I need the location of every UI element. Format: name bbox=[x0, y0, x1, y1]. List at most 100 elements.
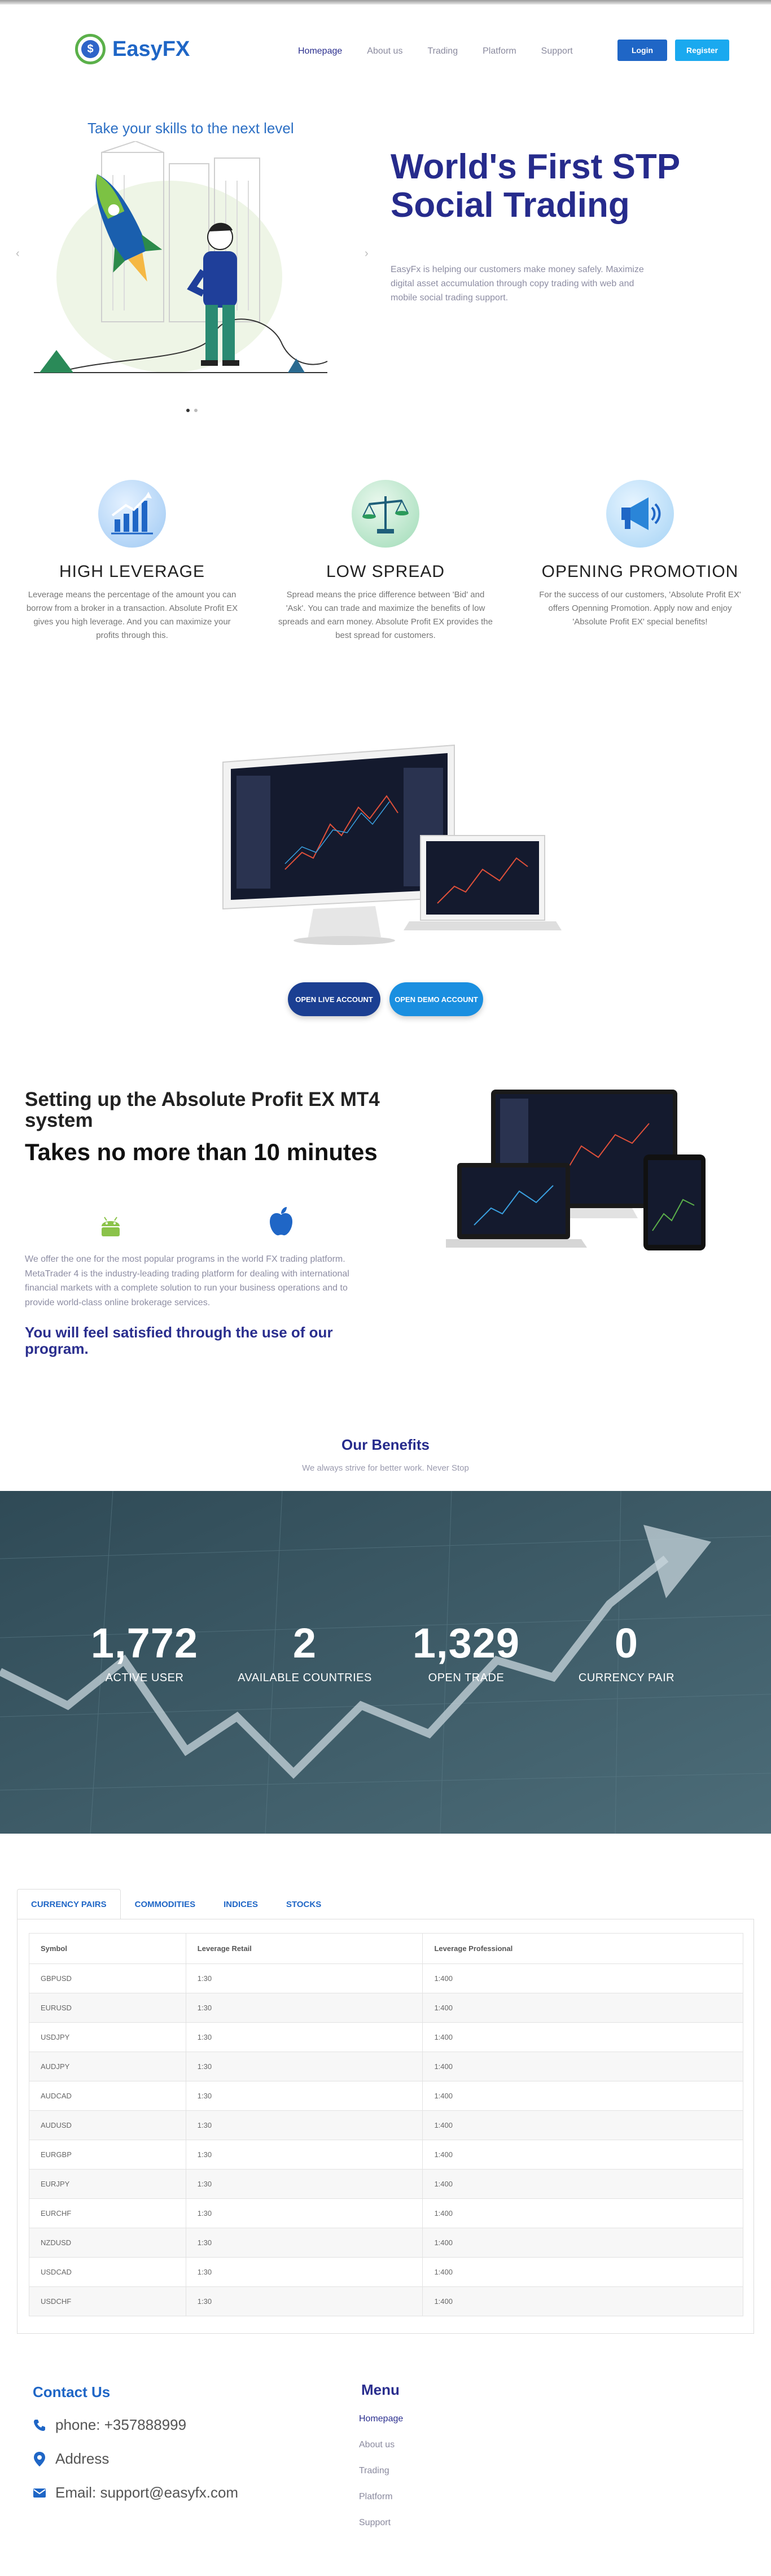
tab-indices[interactable]: INDICES bbox=[209, 1889, 272, 1919]
contact-phone[interactable]: phone: +357888999 bbox=[32, 2416, 186, 2434]
symbol-cell: EURCHF bbox=[29, 2198, 186, 2228]
phone-icon bbox=[32, 2417, 47, 2433]
leverage-professional-cell: 1:400 bbox=[422, 1963, 743, 1993]
feature-opening-promotion: OPENING PROMOTION For the success of our… bbox=[527, 480, 753, 629]
tab-commodities[interactable]: COMMODITIES bbox=[121, 1889, 210, 1919]
symbol-cell: USDJPY bbox=[29, 2022, 186, 2052]
leverage-retail-cell: 1:30 bbox=[185, 2110, 423, 2140]
hero-title: World's First STP Social Trading bbox=[391, 147, 680, 225]
table-row: AUDCAD 1:30 1:400 bbox=[29, 2081, 743, 2111]
footer-menu-platform[interactable]: Platform bbox=[359, 2492, 403, 2518]
android-icon[interactable] bbox=[95, 1209, 126, 1241]
leverage-retail-cell: 1:30 bbox=[185, 2022, 423, 2052]
symbol-cell: EURJPY bbox=[29, 2169, 186, 2199]
leverage-retail-cell: 1:30 bbox=[185, 2286, 423, 2316]
slider-next-icon[interactable]: › bbox=[365, 247, 369, 260]
stat-label: OPEN TRADE bbox=[428, 1672, 505, 1684]
column-header: Leverage Professional bbox=[422, 1933, 743, 1964]
stat-value: 1,329 bbox=[412, 1620, 520, 1667]
leverage-retail-cell: 1:30 bbox=[185, 2052, 423, 2081]
leverage-retail-cell: 1:30 bbox=[185, 2257, 423, 2287]
tab-currency-pairs[interactable]: CURRENCY PAIRS bbox=[17, 1889, 121, 1919]
contact-email[interactable]: Email: support@easyfx.com bbox=[32, 2484, 238, 2501]
stat-value: 0 bbox=[614, 1620, 639, 1667]
main-nav: Homepage About us Trading Platform Suppo… bbox=[298, 46, 598, 56]
stat-label: CURRENCY PAIR bbox=[578, 1672, 675, 1684]
logo[interactable]: $ EasyFX bbox=[75, 34, 190, 64]
trading-platform-devices bbox=[222, 744, 562, 945]
table-row: AUDUSD 1:30 1:400 bbox=[29, 2110, 743, 2140]
benefits-subtitle: We always strive for better work. Never … bbox=[302, 1463, 469, 1473]
login-button[interactable]: Login bbox=[617, 40, 667, 61]
contact-title: Contact Us bbox=[33, 2383, 111, 2400]
feature-text: Leverage means the percentage of the amo… bbox=[26, 590, 238, 640]
contact-address-text: Address bbox=[55, 2450, 109, 2467]
footer-menu: Homepage About us Trading Platform Suppo… bbox=[359, 2414, 403, 2544]
feature-title: LOW SPREAD bbox=[326, 562, 445, 581]
apple-icon[interactable] bbox=[268, 1206, 295, 1237]
megaphone-icon bbox=[606, 480, 674, 548]
table-row: NZDUSD 1:30 1:400 bbox=[29, 2228, 743, 2258]
stat-currency-pair: 0 CURRENCY PAIR bbox=[542, 1619, 711, 1685]
nav-support[interactable]: Support bbox=[541, 46, 573, 56]
table-row: USDCHF 1:30 1:400 bbox=[29, 2286, 743, 2316]
feature-high-leverage: HIGH LEVERAGE Leverage means the percent… bbox=[19, 480, 245, 642]
nav-about-us[interactable]: About us bbox=[367, 46, 402, 56]
open-live-account-button[interactable]: OPEN LIVE ACCOUNT bbox=[288, 982, 380, 1016]
slider-dots bbox=[186, 409, 198, 412]
leverage-retail-cell: 1:30 bbox=[185, 1993, 423, 2023]
footer-menu-trading[interactable]: Trading bbox=[359, 2466, 403, 2492]
envelope-icon bbox=[32, 2485, 47, 2501]
slider-prev-icon[interactable]: ‹ bbox=[16, 247, 20, 260]
open-demo-account-button[interactable]: OPEN DEMO ACCOUNT bbox=[389, 982, 483, 1016]
leverage-table: Symbol Leverage Retail Leverage Professi… bbox=[29, 1933, 743, 2316]
tab-stocks[interactable]: STOCKS bbox=[272, 1889, 335, 1919]
leverage-table-panel: Symbol Leverage Retail Leverage Professi… bbox=[17, 1919, 754, 2334]
stat-label: AVAILABLE COUNTRIES bbox=[238, 1672, 372, 1684]
scale-balance-icon bbox=[352, 480, 419, 548]
table-row: EURJPY 1:30 1:400 bbox=[29, 2169, 743, 2199]
browser-top-shadow bbox=[0, 0, 771, 5]
nav-homepage[interactable]: Homepage bbox=[298, 46, 342, 56]
leverage-retail-cell: 1:30 bbox=[185, 2081, 423, 2111]
leverage-retail-cell: 1:30 bbox=[185, 2228, 423, 2258]
mt4-devices bbox=[446, 1090, 706, 1250]
table-row: EURGBP 1:30 1:400 bbox=[29, 2140, 743, 2170]
stat-value: 2 bbox=[292, 1620, 317, 1667]
leverage-professional-cell: 1:400 bbox=[422, 2140, 743, 2170]
footer-menu-homepage[interactable]: Homepage bbox=[359, 2414, 403, 2440]
slider-dot[interactable] bbox=[186, 409, 190, 412]
stat-label: ACTIVE USER bbox=[105, 1672, 184, 1684]
leverage-retail-cell: 1:30 bbox=[185, 2198, 423, 2228]
nav-platform[interactable]: Platform bbox=[483, 46, 516, 56]
nav-trading[interactable]: Trading bbox=[427, 46, 458, 56]
contact-email-text: Email: support@easyfx.com bbox=[55, 2484, 239, 2501]
mt4-title: Setting up the Absolute Profit EX MT4 sy… bbox=[25, 1088, 380, 1131]
easyfx-logo-icon: $ bbox=[75, 34, 106, 64]
leverage-professional-cell: 1:400 bbox=[422, 2169, 743, 2199]
leverage-professional-cell: 1:400 bbox=[422, 2286, 743, 2316]
symbol-cell: NZDUSD bbox=[29, 2228, 186, 2258]
leverage-professional-cell: 1:400 bbox=[422, 2198, 743, 2228]
register-button[interactable]: Register bbox=[675, 40, 729, 61]
column-header: Symbol bbox=[29, 1933, 186, 1964]
footer-menu-about-us[interactable]: About us bbox=[359, 2440, 403, 2466]
stat-value: 1,772 bbox=[90, 1620, 199, 1667]
symbol-cell: USDCHF bbox=[29, 2286, 186, 2316]
symbol-cell: AUDJPY bbox=[29, 2052, 186, 2081]
leverage-retail-cell: 1:30 bbox=[185, 1963, 423, 1993]
symbol-cell: EURGBP bbox=[29, 2140, 186, 2170]
footer-menu-support[interactable]: Support bbox=[359, 2518, 403, 2544]
slider-dot[interactable] bbox=[194, 409, 198, 412]
feature-title: HIGH LEVERAGE bbox=[59, 562, 205, 581]
hero-description: EasyFx is helping our customers make mon… bbox=[391, 265, 644, 303]
footer-menu-title: Menu bbox=[361, 2381, 400, 2398]
leverage-professional-cell: 1:400 bbox=[422, 2228, 743, 2258]
contact-address: Address bbox=[32, 2450, 109, 2468]
table-row: EURCHF 1:30 1:400 bbox=[29, 2198, 743, 2228]
mt4-description: We offer the one for the most popular pr… bbox=[25, 1254, 349, 1307]
table-row: USDJPY 1:30 1:400 bbox=[29, 2022, 743, 2052]
benefits-title: Our Benefits bbox=[341, 1436, 430, 1453]
hero-illustration bbox=[34, 141, 328, 373]
stat-open-trade: 1,329 OPEN TRADE bbox=[382, 1619, 551, 1685]
